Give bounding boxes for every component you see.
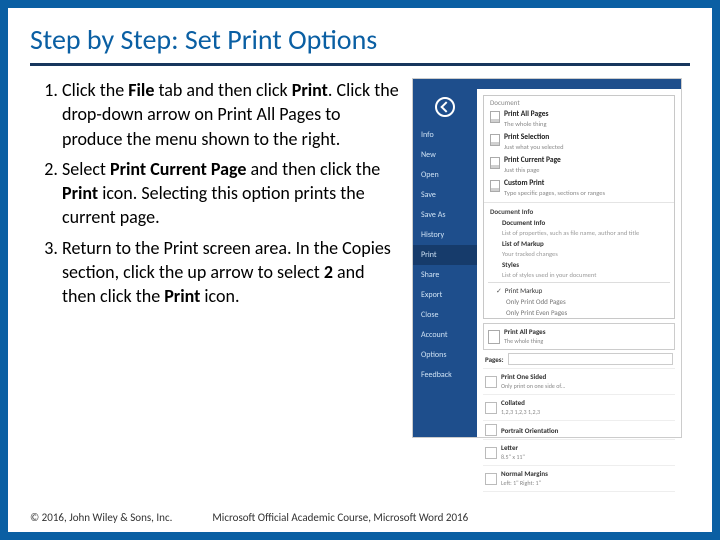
info-item[interactable]: Styles: [484, 259, 674, 270]
screenshot-column: InfoNewOpenSaveSave AsHistoryPrintShareE…: [412, 78, 690, 438]
content-row: Click the File tab and then click Print.…: [30, 78, 690, 438]
setting-icon: [485, 447, 497, 459]
info-item[interactable]: Document Info: [484, 217, 674, 228]
check-only-print-even-pages[interactable]: Only Print Even Pages: [484, 307, 674, 318]
sidebar-item-save[interactable]: Save: [413, 185, 477, 205]
instructions-column: Click the File tab and then click Print.…: [30, 78, 400, 438]
print-option-print-selection[interactable]: Print SelectionJust what you selected: [484, 131, 674, 154]
step-2: Select Print Current Page and then click…: [62, 157, 400, 230]
menu-divider: [488, 282, 670, 283]
sidebar-item-info[interactable]: Info: [413, 125, 477, 145]
selected-range-box[interactable]: Print All PagesThe whole thing: [483, 323, 675, 350]
slide-title: Step by Step: Set Print Options: [30, 22, 690, 66]
setting-icon: [485, 402, 497, 414]
sidebar-item-open[interactable]: Open: [413, 165, 477, 185]
sidebar-item-feedback[interactable]: Feedback: [413, 365, 477, 385]
setting-print-one-sided[interactable]: Print One SidedOnly print on one side of…: [483, 369, 675, 395]
step-1: Click the File tab and then click Print.…: [62, 78, 400, 151]
setting-icon: [485, 376, 497, 388]
course-text: Microsoft Official Academic Course, Micr…: [212, 511, 468, 524]
slide-frame: Step by Step: Set Print Options Click th…: [0, 0, 720, 540]
print-panel: Document Print All PagesThe whole thingP…: [477, 89, 681, 437]
info-item-desc: Your tracked changes: [484, 249, 674, 259]
page-thumb-icon: [488, 330, 500, 344]
info-item-desc: List of styles used in your document: [484, 270, 674, 280]
sidebar-item-share[interactable]: Share: [413, 265, 477, 285]
check-only-print-odd-pages[interactable]: Only Print Odd Pages: [484, 296, 674, 307]
setting-normal-margins[interactable]: Normal MarginsLeft: 1" Right: 1": [483, 466, 675, 492]
sidebar-item-save-as[interactable]: Save As: [413, 205, 477, 225]
setting-icon: [485, 473, 497, 485]
sidebar-item-options[interactable]: Options: [413, 345, 477, 365]
sidebar-item-new[interactable]: New: [413, 145, 477, 165]
page-icon: [490, 111, 500, 123]
sidebar-item-export[interactable]: Export: [413, 285, 477, 305]
sidebar-item-close[interactable]: Close: [413, 305, 477, 325]
info-item-desc: List of properties, such as file name, a…: [484, 228, 674, 238]
copyright-text: © 2016, John Wiley & Sons, Inc.: [30, 511, 172, 524]
sidebar-item-print[interactable]: Print: [413, 245, 477, 265]
word-print-screenshot: InfoNewOpenSaveSave AsHistoryPrintShareE…: [412, 78, 682, 438]
setting-icon: [485, 424, 497, 436]
menu-heading: Document: [484, 96, 674, 108]
word-titlebar: [413, 79, 681, 89]
setting-letter[interactable]: Letter8.5" x 11": [483, 440, 675, 466]
check-print-markup[interactable]: Print Markup: [484, 285, 674, 296]
slide-footer: © 2016, John Wiley & Sons, Inc. Microsof…: [30, 511, 690, 524]
sidebar-item-history[interactable]: History: [413, 225, 477, 245]
page-icon: [490, 134, 500, 146]
step-list: Click the File tab and then click Print.…: [30, 78, 400, 309]
document-info-heading: Document Info: [484, 202, 674, 217]
step-3: Return to the Print screen area. In the …: [62, 236, 400, 309]
print-option-custom-print[interactable]: Custom PrintType specific pages, section…: [484, 177, 674, 200]
pages-input[interactable]: [508, 353, 673, 365]
setting-collated[interactable]: Collated1,2,3 1,2,3 1,2,3: [483, 395, 675, 421]
setting-portrait-orientation[interactable]: Portrait Orientation: [483, 421, 675, 440]
print-option-print-all-pages[interactable]: Print All PagesThe whole thing: [484, 108, 674, 131]
print-option-print-current-page[interactable]: Print Current PageJust this page: [484, 154, 674, 177]
print-range-menu: Document Print All PagesThe whole thingP…: [483, 95, 675, 319]
page-icon: [490, 180, 500, 192]
back-arrow-icon[interactable]: [435, 97, 455, 117]
info-item[interactable]: List of Markup: [484, 238, 674, 249]
page-icon: [490, 157, 500, 169]
backstage-sidebar: InfoNewOpenSaveSave AsHistoryPrintShareE…: [413, 89, 477, 437]
pages-field-row: Pages:: [483, 350, 675, 369]
sidebar-item-account[interactable]: Account: [413, 325, 477, 345]
